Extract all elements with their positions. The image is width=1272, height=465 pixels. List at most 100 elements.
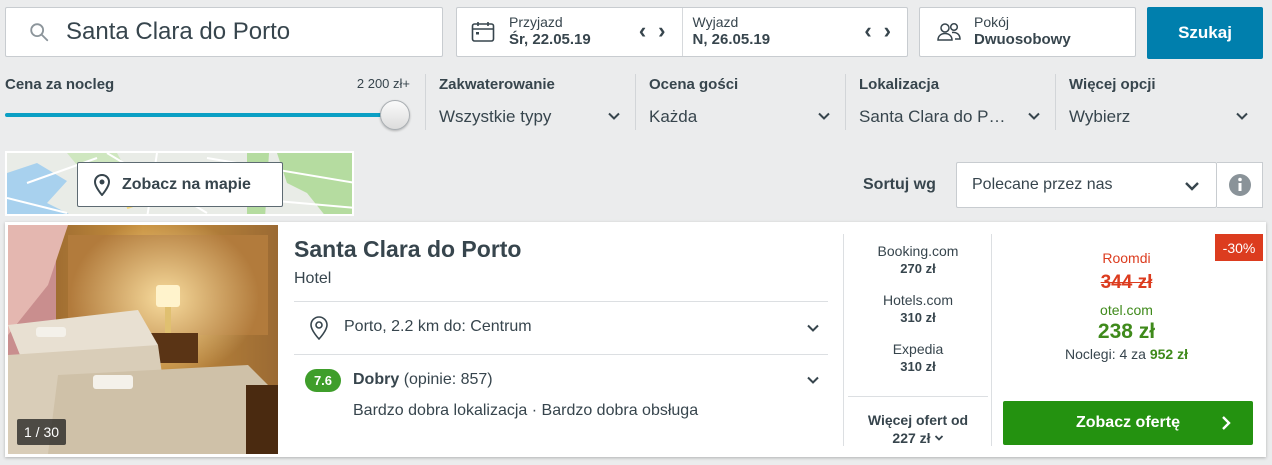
deal-item[interactable]: Expedia 310 zł — [848, 340, 988, 375]
hotel-name-link[interactable]: Santa Clara do Porto — [294, 236, 521, 263]
view-on-map-label: Zobacz na mapie — [122, 175, 251, 193]
sort-select[interactable]: Polecane przez nas — [956, 162, 1217, 208]
checkout-field[interactable]: Wyjazd N, 26.05.19 ‹ › — [681, 8, 908, 56]
rating-reviews-count: (opinie: 857) — [403, 371, 493, 388]
reference-price: 344 zł — [1100, 272, 1153, 293]
price-max-value: 2 200 zł+ — [356, 76, 410, 91]
nights-total-price: 952 zł — [1149, 346, 1188, 362]
filter-rating: Ocena gości Każda — [649, 76, 831, 127]
price-slider-track[interactable] — [5, 113, 395, 117]
photo-counter: 1 / 30 — [17, 419, 67, 445]
more-offers-label: Więcej ofert od — [867, 412, 969, 428]
hotel-result-card: 1 / 30 Santa Clara do Porto Hotel Porto,… — [5, 222, 1266, 457]
divider — [294, 354, 828, 355]
filter-rating-select[interactable]: Każda — [649, 107, 831, 127]
location-row[interactable]: Porto, 2.2 km do: Centrum — [294, 310, 828, 350]
deal-price: 310 zł — [900, 310, 936, 325]
checkin-value: Śr, 22.05.19 — [509, 31, 591, 49]
deal-item[interactable]: Booking.com 270 zł — [848, 242, 988, 277]
other-deals-list: Booking.com 270 zł Hotels.com 310 zł Exp… — [848, 242, 988, 389]
best-price: 238 zł — [1097, 320, 1156, 343]
filter-accommodation-value: Wszystkie typy — [439, 107, 552, 126]
price-slider-handle[interactable] — [380, 100, 410, 130]
deal-provider: Hotels.com — [882, 292, 954, 308]
rooms-label: Pokój — [974, 14, 1010, 31]
best-provider: otel.com — [1100, 302, 1153, 318]
rating-word: Dobry — [353, 371, 400, 388]
filter-location: Lokalizacja Santa Clara do P… — [859, 76, 1041, 127]
filter-more-options-select[interactable]: Wybierz — [1069, 107, 1249, 127]
checkout-next-arrow-icon[interactable]: › — [884, 20, 891, 42]
chevron-down-icon — [1236, 112, 1248, 120]
chevron-down-icon — [807, 324, 819, 332]
rating-row[interactable]: 7.6 Dobry (opinie: 857) Bardzo dobra lok… — [294, 362, 828, 432]
filter-accommodation: Zakwaterowanie Wszystkie typy — [439, 76, 621, 127]
checkin-label: Przyjazd — [509, 14, 563, 31]
map-pin-icon — [94, 173, 110, 196]
chevron-down-icon — [1028, 112, 1040, 120]
divider — [991, 234, 992, 446]
divider — [294, 301, 828, 302]
filter-more-options-title: Więcej opcji — [1069, 76, 1156, 93]
checkin-prev-arrow-icon[interactable]: ‹ — [639, 20, 646, 42]
search-button[interactable]: Szukaj — [1147, 7, 1263, 59]
chevron-down-icon — [1185, 182, 1199, 191]
location-pin-icon — [310, 316, 328, 340]
deal-price: 310 zł — [900, 359, 936, 374]
filter-divider — [635, 74, 636, 130]
destination-search-input[interactable]: Santa Clara do Porto — [5, 7, 443, 57]
view-on-map-button[interactable]: Zobacz na mapie — [77, 162, 283, 207]
chevron-right-icon — [1222, 416, 1231, 430]
chevron-down-icon — [807, 376, 819, 384]
more-offers-price: 227 zł — [892, 430, 931, 446]
rooms-value: Dwuosobowy — [974, 31, 1071, 49]
sort-info-button[interactable] — [1217, 162, 1263, 208]
filter-location-select[interactable]: Santa Clara do P… — [859, 107, 1041, 127]
filter-more-options-value: Wybierz — [1069, 107, 1131, 126]
map-preview[interactable]: Zobacz na mapie — [5, 151, 354, 216]
sort-label: Sortuj wg — [863, 176, 936, 193]
location-text: Porto, 2.2 km do: Centrum — [344, 318, 532, 335]
deal-item[interactable]: Hotels.com 310 zł — [848, 291, 988, 326]
price-filter: Cena za nocleg 2 200 zł+ — [5, 76, 410, 130]
price-filter-label: Cena za nocleg — [5, 76, 115, 93]
chevron-down-icon — [818, 112, 830, 120]
sort-value: Polecane przez nas — [972, 176, 1113, 193]
date-picker: Przyjazd Śr, 22.05.19 ‹ › Wyjazd N, 26.0… — [456, 7, 908, 57]
deal-price: 270 zł — [900, 261, 936, 276]
search-icon — [30, 23, 49, 42]
filter-accommodation-title: Zakwaterowanie — [439, 76, 555, 93]
more-offers-link[interactable]: Więcej ofert od 227 zł — [848, 396, 988, 447]
hotel-photo[interactable]: 1 / 30 — [8, 225, 278, 454]
filter-more-options: Więcej opcji Wybierz — [1069, 76, 1249, 127]
reference-provider: Roomdi — [1102, 250, 1151, 266]
rating-score-badge: 7.6 — [305, 369, 341, 392]
rating-summary: Dobry (opinie: 857) — [353, 371, 493, 389]
checkout-prev-arrow-icon[interactable]: ‹ — [864, 20, 871, 42]
chevron-down-icon — [608, 112, 620, 120]
filter-divider — [845, 74, 846, 130]
filter-bar: Cena za nocleg 2 200 zł+ Zakwaterowanie … — [0, 64, 1272, 144]
filter-location-title: Lokalizacja — [859, 76, 940, 93]
view-deal-button[interactable]: Zobacz ofertę — [1003, 401, 1253, 445]
divider — [843, 234, 844, 446]
rooms-selector[interactable]: Pokój Dwuosobowy — [919, 7, 1136, 57]
filter-divider — [425, 74, 426, 130]
checkout-value: N, 26.05.19 — [692, 31, 771, 49]
chevron-down-icon — [934, 435, 943, 441]
view-deal-label: Zobacz ofertę — [1075, 414, 1180, 431]
guests-icon — [937, 22, 961, 41]
checkin-next-arrow-icon[interactable]: › — [658, 20, 665, 42]
checkin-field[interactable]: Przyjazd Śr, 22.05.19 ‹ › — [457, 8, 682, 56]
deal-provider: Expedia — [892, 341, 944, 357]
deal-provider: Booking.com — [877, 243, 959, 259]
filter-accommodation-select[interactable]: Wszystkie typy — [439, 107, 621, 127]
rating-highlights: Bardzo dobra lokalizacja · Bardzo dobra … — [353, 402, 699, 419]
best-deal: Roomdi 344 zł otel.com 238 zł Noclegi: 4… — [1000, 250, 1253, 362]
filter-rating-title: Ocena gości — [649, 76, 739, 93]
nights-text: Noclegi: 4 za — [1065, 346, 1146, 362]
nights-total: Noclegi: 4 za 952 zł — [1000, 346, 1253, 362]
filter-location-value: Santa Clara do P… — [859, 107, 1006, 126]
filter-rating-value: Każda — [649, 107, 698, 126]
filter-divider — [1055, 74, 1056, 130]
